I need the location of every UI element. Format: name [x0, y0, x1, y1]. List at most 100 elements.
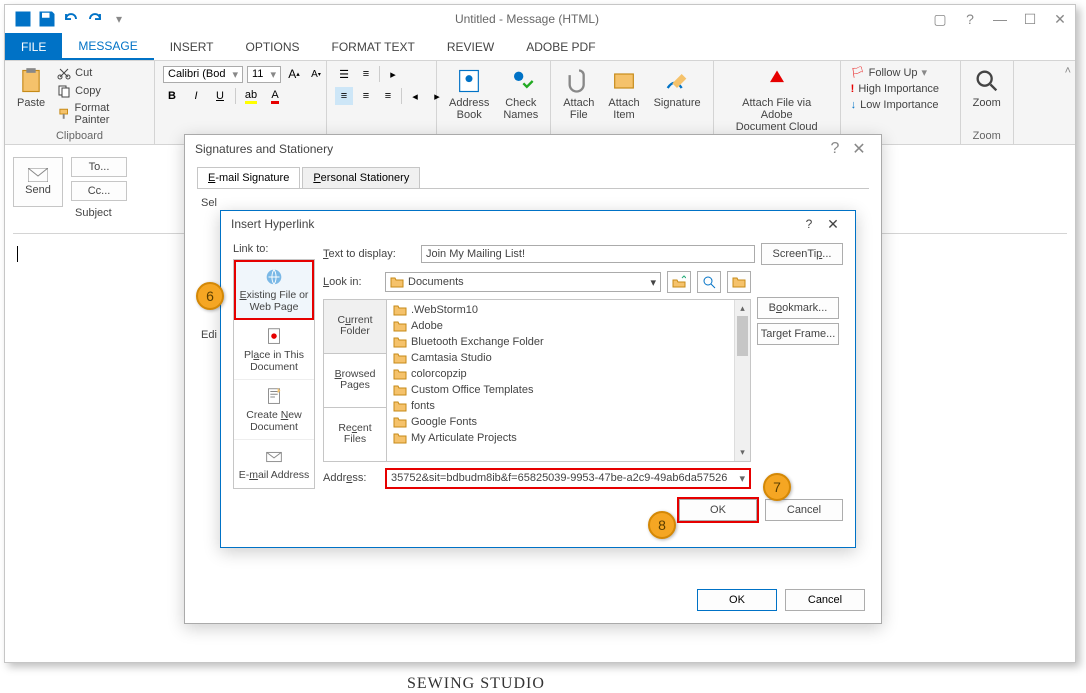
grow-font-icon[interactable]: A▴	[285, 65, 303, 83]
target-frame-button[interactable]: Target Frame...	[757, 323, 839, 345]
bookmark-button[interactable]: Bookmark...	[757, 297, 839, 319]
copy-button[interactable]: Copy	[55, 83, 146, 99]
file-item[interactable]: fonts	[389, 398, 748, 414]
tab-email-signature[interactable]: E-mail Signature	[197, 167, 300, 188]
tab-format-text[interactable]: FORMAT TEXT	[316, 33, 431, 60]
linkto-existing-file[interactable]: Existing File or Web Page	[234, 260, 314, 320]
check-names-button[interactable]: Check Names	[499, 65, 542, 123]
shrink-font-icon[interactable]: A▾	[307, 65, 325, 83]
link-to-label: Link to:	[233, 243, 315, 255]
address-input[interactable]: 35752&sit=bdbudm8ib&f=65825039-9953-47be…	[385, 468, 751, 489]
adobe-attach-button[interactable]: Attach File via Adobe Document Cloud	[722, 65, 832, 135]
align-center-icon[interactable]: ≡	[357, 87, 375, 105]
look-in-combo[interactable]: Documents ▾	[385, 272, 661, 292]
screentip-button[interactable]: ScreenTip...	[761, 243, 843, 265]
cut-button[interactable]: Cut	[55, 65, 146, 81]
font-color-icon[interactable]: A	[266, 87, 284, 105]
window-title: Untitled - Message (HTML)	[129, 12, 925, 26]
help-icon[interactable]: ?	[823, 140, 847, 158]
format-painter-button[interactable]: Format Painter	[55, 101, 146, 127]
tab-message[interactable]: MESSAGE	[62, 33, 153, 60]
up-folder-button[interactable]	[667, 271, 691, 293]
file-item[interactable]: colorcopzip	[389, 366, 748, 382]
file-item[interactable]: Camtasia Studio	[389, 350, 748, 366]
italic-icon[interactable]: I	[187, 87, 205, 105]
chevron-down-icon[interactable]: ▾	[739, 472, 745, 485]
tab-insert[interactable]: INSERT	[154, 33, 230, 60]
window-controls: ▢ ? — ☐ ✕	[925, 5, 1075, 33]
browse-web-button[interactable]	[697, 271, 721, 293]
browse-tab-recent-files[interactable]: RecentFiles	[324, 408, 386, 461]
sig-cancel-button[interactable]: Cancel	[785, 589, 865, 611]
subject-label: Subject	[71, 205, 127, 221]
linkto-place-in-doc[interactable]: Place in This Document	[234, 320, 314, 380]
paste-button[interactable]: Paste	[13, 65, 49, 111]
qat-dropdown-icon[interactable]: ▾	[109, 9, 129, 29]
send-button[interactable]: Send	[13, 157, 63, 207]
text-cursor	[17, 246, 18, 262]
file-item[interactable]: Bluetooth Exchange Folder	[389, 334, 748, 350]
hyperlink-cancel-button[interactable]: Cancel	[765, 499, 843, 521]
highlight-icon[interactable]: ab	[242, 87, 260, 105]
tab-options[interactable]: OPTIONS	[230, 33, 316, 60]
signature-button[interactable]: Signature	[650, 65, 705, 111]
save-icon[interactable]	[37, 9, 57, 29]
to-button[interactable]: To...	[71, 157, 127, 177]
signatures-dialog-title: Signatures and Stationery ? ✕	[185, 135, 881, 163]
collapse-ribbon-icon[interactable]: ˄	[1065, 65, 1071, 77]
address-book-button[interactable]: Address Book	[445, 65, 493, 123]
file-item[interactable]: My Articulate Projects	[389, 430, 748, 446]
bold-icon[interactable]: B	[163, 87, 181, 105]
help-icon[interactable]: ?	[955, 5, 985, 33]
browse-tab-browsed-pages[interactable]: BrowsedPages	[324, 354, 386, 408]
close-icon[interactable]: ✕	[1045, 5, 1075, 33]
scroll-up-icon[interactable]: ▴	[735, 300, 750, 316]
browse-file-button[interactable]	[727, 271, 751, 293]
outdent-icon[interactable]: ◂	[406, 87, 424, 105]
tab-file[interactable]: FILE	[5, 33, 62, 60]
align-right-icon[interactable]: ≡	[379, 87, 397, 105]
scroll-thumb[interactable]	[737, 316, 748, 356]
maximize-icon[interactable]: ☐	[1015, 5, 1045, 33]
font-size-combo[interactable]: 11▾	[247, 66, 281, 83]
numbering-icon[interactable]: ≡	[357, 65, 375, 83]
text-to-display-input[interactable]: Join My Mailing List!	[421, 245, 755, 263]
file-item[interactable]: .WebStorm10	[389, 302, 748, 318]
cc-button[interactable]: Cc...	[71, 181, 127, 201]
indent-icon[interactable]: ▸	[384, 65, 402, 83]
undo-icon[interactable]	[61, 9, 81, 29]
underline-icon[interactable]: U	[211, 87, 229, 105]
file-item[interactable]: Adobe	[389, 318, 748, 334]
scroll-down-icon[interactable]: ▾	[735, 445, 750, 461]
low-importance-button[interactable]: ↓Low Importance	[849, 98, 941, 112]
file-item[interactable]: Google Fonts	[389, 414, 748, 430]
sig-ok-button[interactable]: OK	[697, 589, 777, 611]
linkto-email-address[interactable]: E-mail Address	[234, 440, 314, 488]
zoom-button[interactable]: Zoom	[969, 65, 1005, 111]
close-icon[interactable]: ✕	[847, 139, 871, 159]
callout-8: 8	[648, 511, 676, 539]
bullets-icon[interactable]: ☰	[335, 65, 353, 83]
tab-review[interactable]: REVIEW	[431, 33, 510, 60]
file-item[interactable]: Custom Office Templates	[389, 382, 748, 398]
attach-item-button[interactable]: Attach Item	[604, 65, 643, 123]
ribbon-options-icon[interactable]: ▢	[925, 5, 955, 33]
hyperlink-ok-button[interactable]: OK	[679, 499, 757, 521]
font-name-combo[interactable]: Calibri (Bod▾	[163, 66, 243, 83]
minimize-icon[interactable]: —	[985, 5, 1015, 33]
help-icon[interactable]: ?	[797, 217, 821, 231]
high-importance-button[interactable]: !High Importance	[849, 82, 941, 96]
file-list[interactable]: .WebStorm10AdobeBluetooth Exchange Folde…	[387, 299, 751, 462]
app-icon[interactable]	[13, 9, 33, 29]
redo-icon[interactable]	[85, 9, 105, 29]
align-left-icon[interactable]: ≡	[335, 87, 353, 105]
attach-file-button[interactable]: Attach File	[559, 65, 598, 123]
tab-personal-stationery[interactable]: Personal Stationery	[302, 167, 420, 188]
tab-adobe-pdf[interactable]: ADOBE PDF	[510, 33, 611, 60]
follow-up-button[interactable]: 🏳Follow Up▾	[849, 65, 929, 80]
browse-tab-current-folder[interactable]: CurrentFolder	[324, 300, 386, 354]
linkto-create-new[interactable]: Create New Document	[234, 380, 314, 440]
file-scrollbar[interactable]: ▴ ▾	[734, 300, 750, 461]
signatures-tabs: E-mail Signature Personal Stationery	[197, 167, 869, 189]
close-icon[interactable]: ✕	[821, 216, 845, 233]
